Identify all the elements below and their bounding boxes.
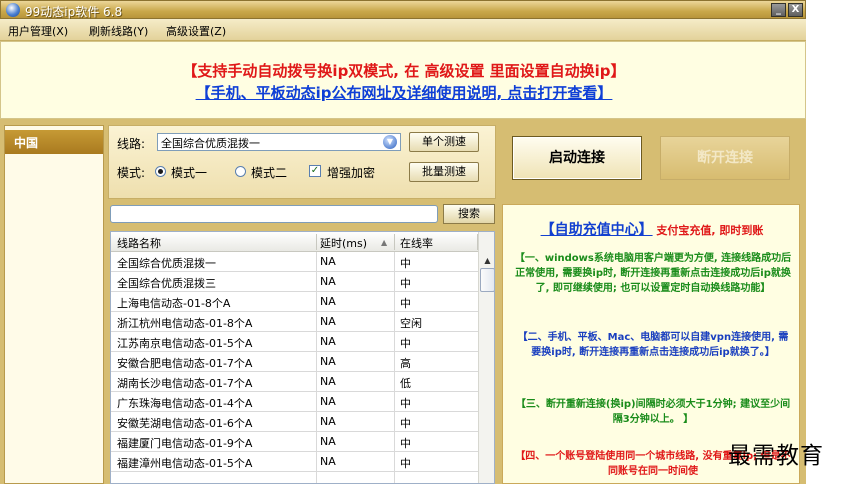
close-button[interactable]: X (788, 3, 803, 17)
table-row[interactable]: 福建厦门电信动态-01-9个A NA 中 (111, 432, 478, 452)
cell-line-name: 福建厦门电信动态-01-9个A (117, 437, 253, 450)
encrypt-checkbox[interactable]: ✓ (309, 165, 321, 177)
line-controls: 线路: 全国综合优质混拨一 ▼ 单个测速 模式: 模式一 模式二 ✓ 增强加密 … (108, 125, 496, 199)
cell-line-name: 全国综合优质混拨三 (117, 277, 216, 290)
cell-online-rate: 低 (400, 377, 411, 390)
cell-online-rate: 中 (400, 457, 411, 470)
cell-online-rate: 中 (400, 397, 411, 410)
cell-line-name: 浙江杭州电信动态-01-8个A (117, 317, 253, 330)
table-row[interactable] (111, 472, 478, 483)
cell-latency: NA (320, 415, 336, 428)
col-latency[interactable]: 延时(ms) (320, 235, 367, 251)
cell-latency: NA (320, 295, 336, 308)
cell-online-rate: 中 (400, 437, 411, 450)
notice-mode-text: 【支持手动自动拨号换ip双模式, 在 高级设置 里面设置自动换ip】 (182, 62, 626, 80)
mode1-label: 模式一 (171, 166, 208, 180)
cell-latency: NA (320, 255, 336, 268)
main-area: 中国 线路: 全国综合优质混拨一 ▼ 单个测速 模式: 模式一 模式二 ✓ 增强… (0, 119, 806, 484)
table-row[interactable]: 湖南长沙电信动态-01-7个A NA 低 (111, 372, 478, 392)
mode2-label: 模式二 (251, 166, 288, 180)
table-row[interactable]: 全国综合优质混拨三 NA 中 (111, 272, 478, 292)
window-title: 99动态ip软件 6.8 (25, 5, 123, 19)
table-scrollbar[interactable]: ▲ (478, 232, 494, 483)
line-select-value: 全国综合优质混拨一 (161, 137, 260, 150)
minimize-button[interactable]: _ (771, 3, 786, 17)
menu-user-management[interactable]: 用户管理(X) (8, 23, 68, 39)
col-line-name[interactable]: 线路名称 (117, 235, 161, 251)
search-input[interactable] (110, 205, 438, 223)
notice-panel: 【支持手动自动拨号换ip双模式, 在 高级设置 里面设置自动换ip】 【手机、平… (0, 41, 806, 119)
disconnect-button[interactable]: 断开连接 (660, 136, 790, 180)
cell-line-name: 安徽芜湖电信动态-01-6个A (117, 417, 253, 430)
notice-help-link[interactable]: 【手机、平板动态ip公布网址及详细使用说明, 点击打开查看】 (1, 82, 807, 103)
cell-latency: NA (320, 395, 336, 408)
cell-online-rate: 高 (400, 357, 411, 370)
scroll-up-icon[interactable]: ▲ (480, 253, 494, 268)
region-list: 中国 (4, 125, 104, 484)
line-label: 线路: (117, 137, 146, 151)
cell-online-rate: 中 (400, 277, 411, 290)
recharge-center-link[interactable]: 【自助充值中心】 (541, 222, 653, 238)
cell-latency: NA (320, 435, 336, 448)
cell-latency: NA (320, 335, 336, 348)
region-tab-china[interactable]: 中国 (5, 130, 103, 154)
mode1-radio[interactable] (155, 166, 166, 177)
menu-bar: 用户管理(X) 刷新线路(Y) 高级设置(Z) (0, 19, 806, 41)
line-table: 线路名称 延时(ms) ▲ 在线率 全国综合优质混拨一 NA 中全国综合优质混拨三 N… (110, 231, 495, 484)
cell-online-rate: 中 (400, 337, 411, 350)
cell-latency: NA (320, 355, 336, 368)
table-row[interactable]: 广东珠海电信动态-01-4个A NA 中 (111, 392, 478, 412)
menu-refresh-lines[interactable]: 刷新线路(Y) (89, 23, 148, 39)
cell-online-rate: 中 (400, 417, 411, 430)
table-row[interactable]: 浙江杭州电信动态-01-8个A NA 空闲 (111, 312, 478, 332)
col-online-rate[interactable]: 在线率 (400, 235, 433, 251)
cell-latency: NA (320, 375, 336, 388)
table-row[interactable]: 福建漳州电信动态-01-5个A NA 中 (111, 452, 478, 472)
cell-line-name: 江苏南京电信动态-01-5个A (117, 337, 253, 350)
cell-line-name: 全国综合优质混拨一 (117, 257, 216, 270)
cell-online-rate: 中 (400, 297, 411, 310)
cell-online-rate: 空闲 (400, 317, 422, 330)
info-paragraph-1: 【一、windows系统电脑用客户端更为方便, 连接线路成功后正常使用, 需要换… (514, 253, 792, 294)
recharge-subtitle: 支付宝充值, 即时到账 (656, 224, 764, 237)
sort-icon: ▲ (381, 238, 388, 247)
cell-line-name: 安徽合肥电信动态-01-7个A (117, 357, 253, 370)
search-button[interactable]: 搜索 (443, 204, 495, 224)
table-row[interactable]: 安徽合肥电信动态-01-7个A NA 高 (111, 352, 478, 372)
table-header: 线路名称 延时(ms) ▲ 在线率 (111, 232, 478, 252)
connect-button[interactable]: 启动连接 (512, 136, 642, 180)
cell-latency: NA (320, 275, 336, 288)
table-row[interactable]: 江苏南京电信动态-01-5个A NA 中 (111, 332, 478, 352)
cell-latency: NA (320, 455, 336, 468)
encrypt-label: 增强加密 (327, 166, 376, 180)
line-select[interactable]: 全国综合优质混拨一 ▼ (157, 133, 401, 151)
chevron-down-icon[interactable]: ▼ (383, 135, 397, 149)
watermark-text: 最需教育 (728, 443, 824, 469)
cell-line-name: 福建漳州电信动态-01-5个A (117, 457, 253, 470)
table-row[interactable]: 上海电信动态-01-8个A NA 中 (111, 292, 478, 312)
cell-latency: NA (320, 315, 336, 328)
info-paragraph-2: 【二、手机、平板、Mac、电脑都可以自建vpn连接使用, 需要换ip时, 断开连… (517, 332, 789, 358)
cell-online-rate: 中 (400, 257, 411, 270)
table-row[interactable]: 全国综合优质混拨一 NA 中 (111, 252, 478, 272)
app-icon (6, 3, 20, 17)
table-row[interactable]: 安徽芜湖电信动态-01-6个A NA 中 (111, 412, 478, 432)
batch-speed-test-button[interactable]: 批量测速 (409, 162, 479, 182)
mode2-radio[interactable] (235, 166, 246, 177)
mode-label: 模式: (117, 166, 146, 180)
cell-line-name: 广东珠海电信动态-01-4个A (117, 397, 253, 410)
cell-line-name: 湖南长沙电信动态-01-7个A (117, 377, 253, 390)
title-bar: 99动态ip软件 6.8 _ X (0, 0, 806, 19)
single-speed-test-button[interactable]: 单个测速 (409, 132, 479, 152)
menu-advanced-settings[interactable]: 高级设置(Z) (166, 23, 226, 39)
scroll-thumb[interactable] (480, 268, 494, 292)
info-paragraph-3: 【三、断开重新连接(换ip)间隔时必须大于1分钟; 建议至少间隔3分钟以上。 】 (515, 399, 791, 425)
cell-line-name: 上海电信动态-01-8个A (117, 297, 231, 310)
